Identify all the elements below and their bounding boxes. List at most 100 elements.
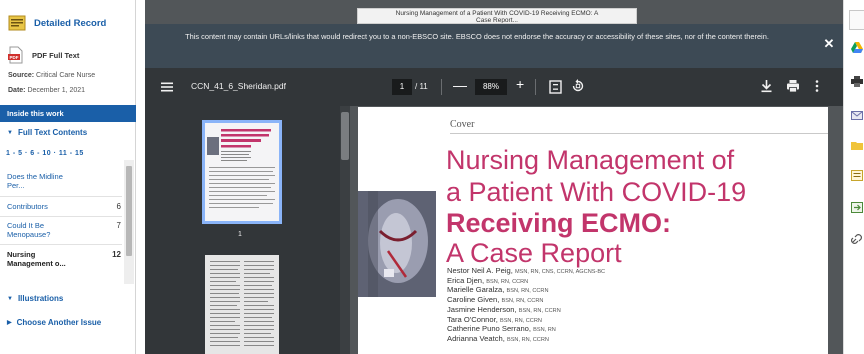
page-count: / 11 [415,82,428,91]
author-name: Nestor Neil A. Peig, [447,266,513,275]
toc-divider [0,216,122,217]
date-label: Date: [8,87,26,94]
source-value: Critical Care Nurse [36,72,96,79]
pdf-full-text-link[interactable]: PDF PDF Full Text [8,46,79,64]
toc-item-title-cont: Per... [7,181,25,190]
zoom-level-input[interactable]: 88% [475,79,507,95]
author-credentials: BSN, RN, CCRN [518,307,561,314]
toc-item[interactable]: Could It Be Menopause? 7 [7,221,123,239]
headline-line-1: Nursing Management of [446,145,735,175]
external-links-notice: This content may contain URLs/links that… [145,24,843,68]
close-icon[interactable]: ✕ [822,37,836,51]
screen: Detailed Record PDF PDF Full Text Source… [0,0,864,354]
author-credentials: BSN, RN, CCRN [499,317,542,324]
full-text-contents-toggle[interactable]: ▼ Full Text Contents [7,128,87,137]
author-name: Tara O'Connor, [447,314,498,324]
author-line: Marielle Garalza, BSN, RN, CCRN [447,286,807,296]
page-thumbnail-selected[interactable] [202,120,282,224]
author-list: Nestor Neil A. Peig, MSN, RN, CNS, CCRN,… [447,266,807,345]
headline-line-2: a Patient With COVID-19 [446,177,747,207]
author-credentials: BSN, RN, CCRN [486,278,529,285]
caret-down-icon: ▼ [7,129,13,136]
author-credentials: BSN, RN, CCRN [506,336,549,343]
toc-item[interactable]: Does the Midline Per... [7,172,123,190]
zoom-out-button[interactable]: — [453,77,467,93]
toc-scrollbar-thumb[interactable] [126,166,132,256]
rotate-icon[interactable] [571,79,585,98]
detailed-record-label: Detailed Record [34,17,107,29]
full-text-contents-label: Full Text Contents [17,128,88,137]
author-credentials: BSN, RN, CCRN [506,288,549,295]
author-line: Adrianna Veatch, BSN, RN, CCRN [447,333,807,345]
permalink-icon[interactable] [850,232,863,250]
pdf-page: Cover Nursing Management of a Patient Wi… [358,107,828,354]
save-folder-icon[interactable] [851,138,863,156]
viewer-title-line: Nursing Management of a Patient With COV… [395,10,599,17]
zoom-in-button[interactable]: + [516,76,524,92]
section-label: Cover [450,119,475,130]
author-credentials: MSN, RN, CNS, CCRN, AGCNS-BC [514,269,606,275]
right-panel-tab[interactable] [849,10,864,30]
cover-photo [358,191,436,297]
more-options-icon[interactable] [815,79,819,98]
illustrations-toggle[interactable]: ▼ Illustrations [7,294,63,303]
page-thumbnail[interactable] [205,255,279,354]
toc-divider [0,196,122,197]
author-credentials: BSN, RN, CCRN [501,298,544,305]
download-icon[interactable] [760,79,773,98]
author-line: Nestor Neil A. Peig, MSN, RN, CNS, CCRN,… [447,266,807,277]
inside-this-work-header: Inside this work [0,105,136,122]
toc-item-title: Nursing [7,250,36,259]
toc-item-page: 6 [116,202,121,211]
detailed-record-link[interactable]: Detailed Record [8,14,106,32]
cite-icon[interactable] [851,168,863,186]
svg-text:PDF: PDF [10,55,19,60]
toc-item-page: 7 [116,221,121,230]
toc-item-title: Could It Be [7,221,45,230]
author-line: Jasmine Henderson, BSN, RN, CCRN [447,304,807,316]
toc-page-nav[interactable]: 1 - 5 · 6 - 10 · 11 - 15 [6,150,84,157]
pdf-full-text-label: PDF Full Text [32,50,80,60]
detailed-record-icon [8,14,26,32]
printer-icon[interactable] [851,74,863,92]
thumbnail-scrollbar-thumb[interactable] [341,112,349,160]
page-number-input[interactable]: 1 [392,79,412,95]
headline-line-4: A Case Report [446,238,622,268]
author-name: Catherine Puno Serrano, [447,324,532,334]
source-line: Source: Critical Care Nurse [8,72,95,79]
source-label: Source: [8,72,35,79]
author-name: Caroline Given, [447,295,500,305]
choose-another-issue-toggle[interactable]: ▶ Choose Another Issue [7,318,101,327]
pdf-icon: PDF [8,46,24,64]
date-line: Date: December 1, 2021 [8,87,85,94]
pdf-filename: CCN_41_6_Sheridan.pdf [191,81,286,91]
toolbar-divider [535,79,536,95]
toolbar-divider [441,79,442,95]
toc-item-title: Contributors [7,202,48,211]
caret-right-icon: ▶ [7,320,12,326]
author-name: Jasmine Henderson, [447,304,517,314]
author-name: Adrianna Veatch, [447,333,505,343]
print-icon[interactable] [786,79,800,98]
toc-item-active[interactable]: Nursing Management o... 12 [7,250,123,268]
toc-item-page: 12 [112,250,121,259]
toc-divider [0,244,122,245]
fit-page-icon[interactable] [549,80,562,99]
section-rule [450,133,828,134]
choose-another-issue-label: Choose Another Issue [16,318,102,327]
author-name: Erica Djen, [447,275,485,285]
export-icon[interactable] [851,200,863,218]
pdf-toolbar: CCN_41_6_Sheridan.pdf 1 / 11 — 88% + [145,68,843,106]
email-icon[interactable] [851,108,863,126]
google-drive-icon[interactable] [851,40,863,58]
viewer-title-line: Case Report... [476,17,518,24]
toc-item-title-cont: Management o... [7,259,66,268]
menu-icon[interactable] [161,80,173,92]
author-name: Marielle Garalza, [447,285,505,295]
headline-line-3: Receiving ECMO: [446,208,672,238]
date-value: December 1, 2021 [27,87,86,94]
toc-item[interactable]: Contributors 6 [7,202,123,211]
toc-item-title: Does the Midline [7,172,63,181]
thumbnail-page-number: 1 [238,231,242,238]
toc-item-title-cont: Menopause? [7,230,51,239]
